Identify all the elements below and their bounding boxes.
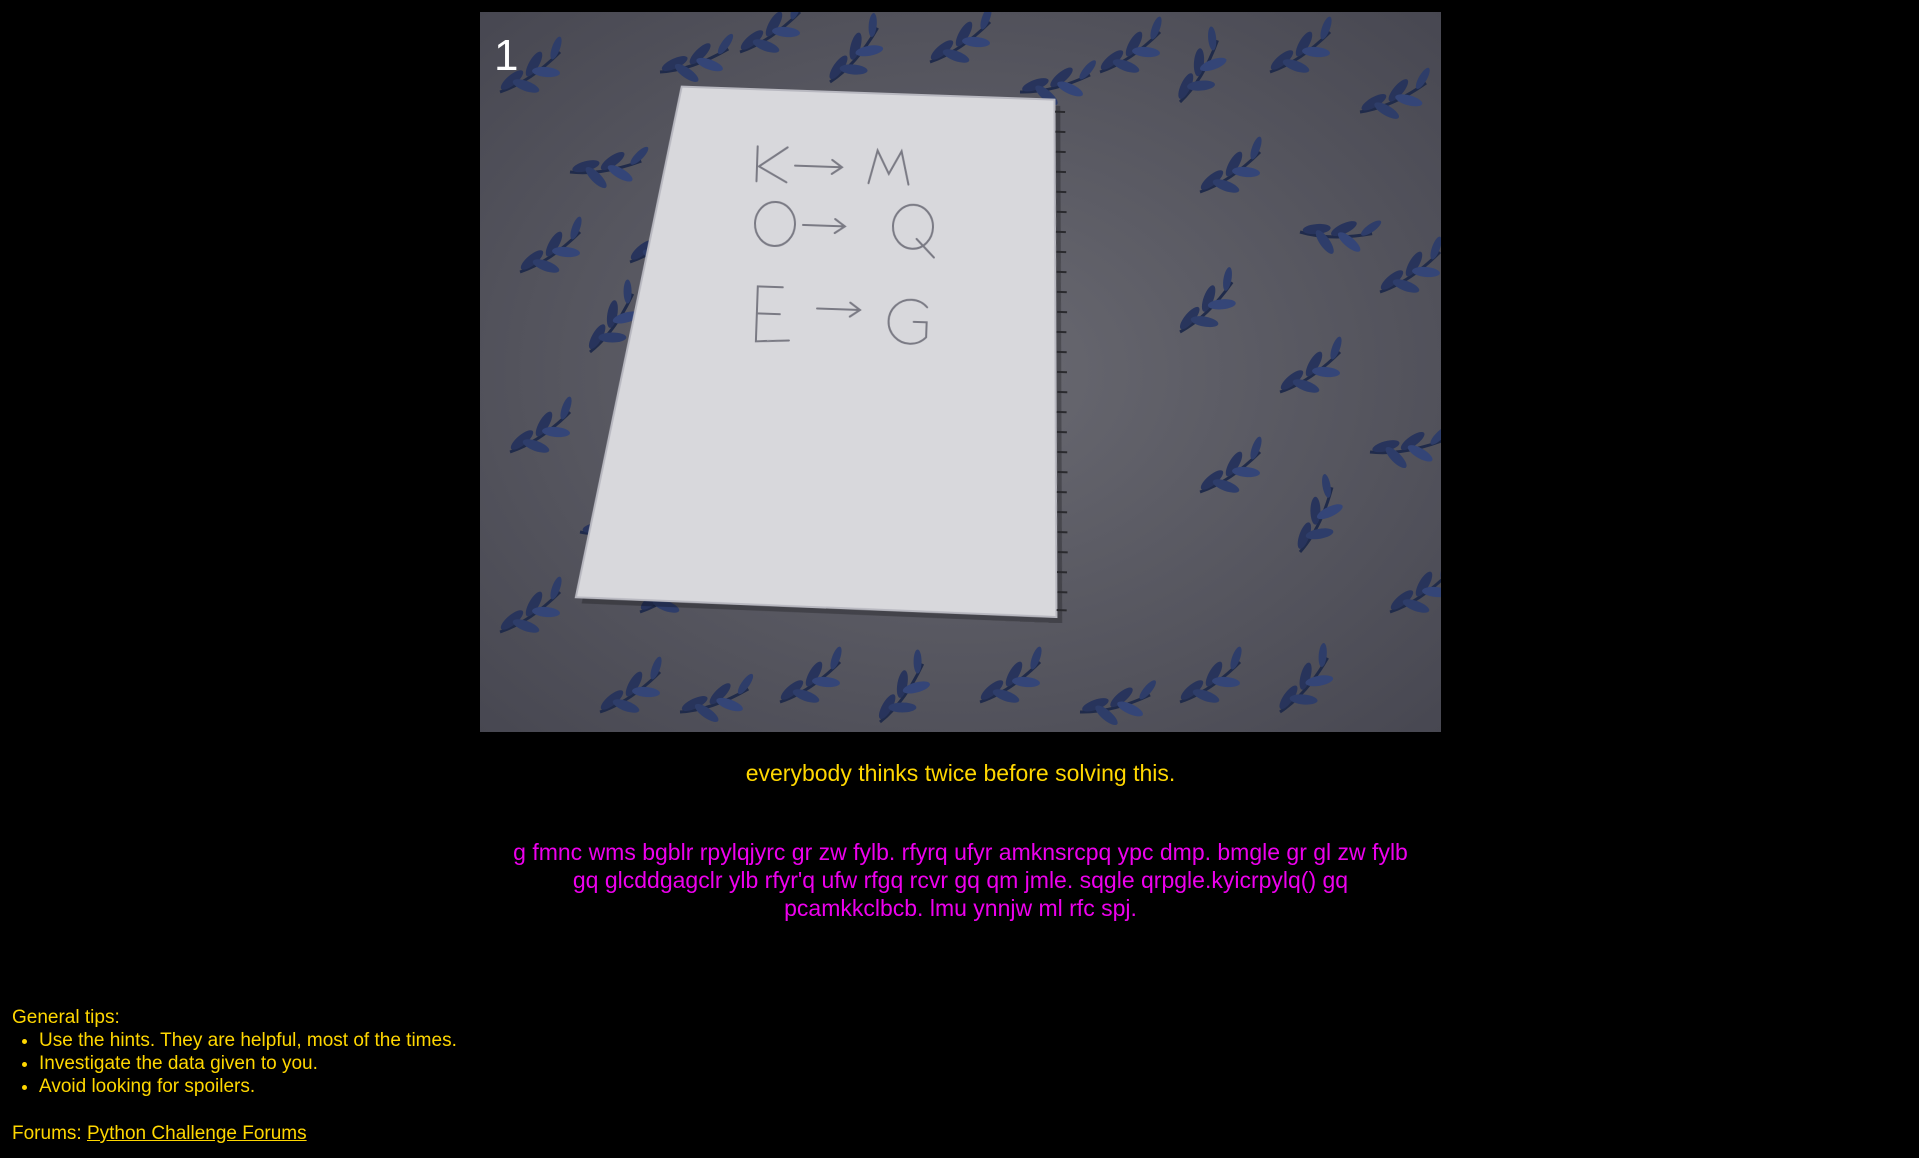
forums-label: Forums: [12,1123,82,1144]
puzzle-image: 1 [480,12,1441,732]
general-tips: General tips: Use the hints. They are he… [12,1006,457,1098]
hint-text: everybody thinks twice before solving th… [745,760,1176,786]
tip-item: Use the hints. They are helpful, most of… [39,1029,457,1052]
image-number-label: 1 [494,31,518,80]
cipher-line: pcamkkclbcb. lmu ynnjw ml rfc spj. [784,895,1137,921]
tip-item: Avoid looking for spoilers. [39,1075,457,1098]
cipher-line: g fmnc wms bgblr rpylqjyrc gr zw fylb. r… [513,839,1408,865]
tips-title: General tips: [12,1007,120,1028]
forums-line: Forums: Python Challenge Forums [12,1122,307,1145]
tips-list: Use the hints. They are helpful, most of… [12,1029,457,1098]
tip-item: Investigate the data given to you. [39,1052,457,1075]
cipher-line: gq glcddgagclr ylb rfyr'q ufw rfgq rcvr … [572,867,1349,893]
forums-link[interactable]: Python Challenge Forums [87,1123,307,1144]
cipher-text: g fmnc wms bgblr rpylqjyrc gr zw fylb. r… [480,838,1441,922]
